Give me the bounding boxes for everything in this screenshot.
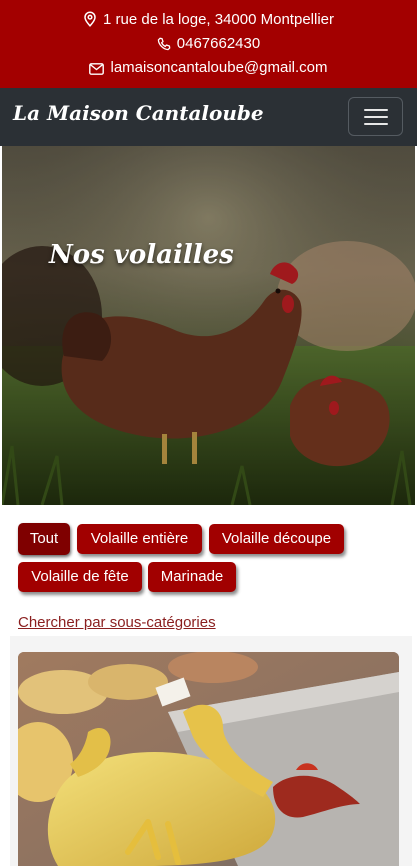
email-line: lamaisoncantaloube@gmail.com	[0, 58, 417, 78]
email-text[interactable]: lamaisoncantaloube@gmail.com	[110, 59, 327, 76]
filter-volaille-decoupe-button[interactable]: Volaille découpe	[209, 524, 344, 554]
product-card[interactable]	[18, 652, 399, 866]
contact-bar: 1 rue de la loge, 34000 Montpellier 0467…	[0, 0, 417, 88]
filter-volaille-de-fete-button[interactable]: Volaille de fête	[18, 562, 142, 592]
address-text: 1 rue de la loge, 34000 Montpellier	[103, 11, 334, 28]
phone-text[interactable]: 0467662430	[177, 35, 260, 52]
hero-banner: Nos volailles	[2, 146, 415, 505]
address-line: 1 rue de la loge, 34000 Montpellier	[0, 10, 417, 30]
map-pin-icon	[83, 11, 97, 27]
menu-toggle-button[interactable]	[348, 97, 403, 136]
hero-hens-image	[2, 146, 415, 505]
subcategories-link[interactable]: Chercher par sous-catégories	[18, 614, 216, 631]
filter-volaille-entiere-button[interactable]: Volaille entière	[77, 524, 202, 554]
envelope-icon	[89, 63, 105, 75]
product-chicken-image	[18, 652, 399, 866]
hero-title: Nos volailles	[49, 240, 234, 270]
phone-line: 0467662430	[0, 34, 417, 54]
phone-icon	[157, 37, 171, 51]
brand-logo[interactable]: La Maison Cantaloube	[13, 101, 264, 125]
filter-marinade-button[interactable]: Marinade	[148, 562, 236, 592]
filter-tout-button[interactable]: Tout	[18, 523, 70, 555]
